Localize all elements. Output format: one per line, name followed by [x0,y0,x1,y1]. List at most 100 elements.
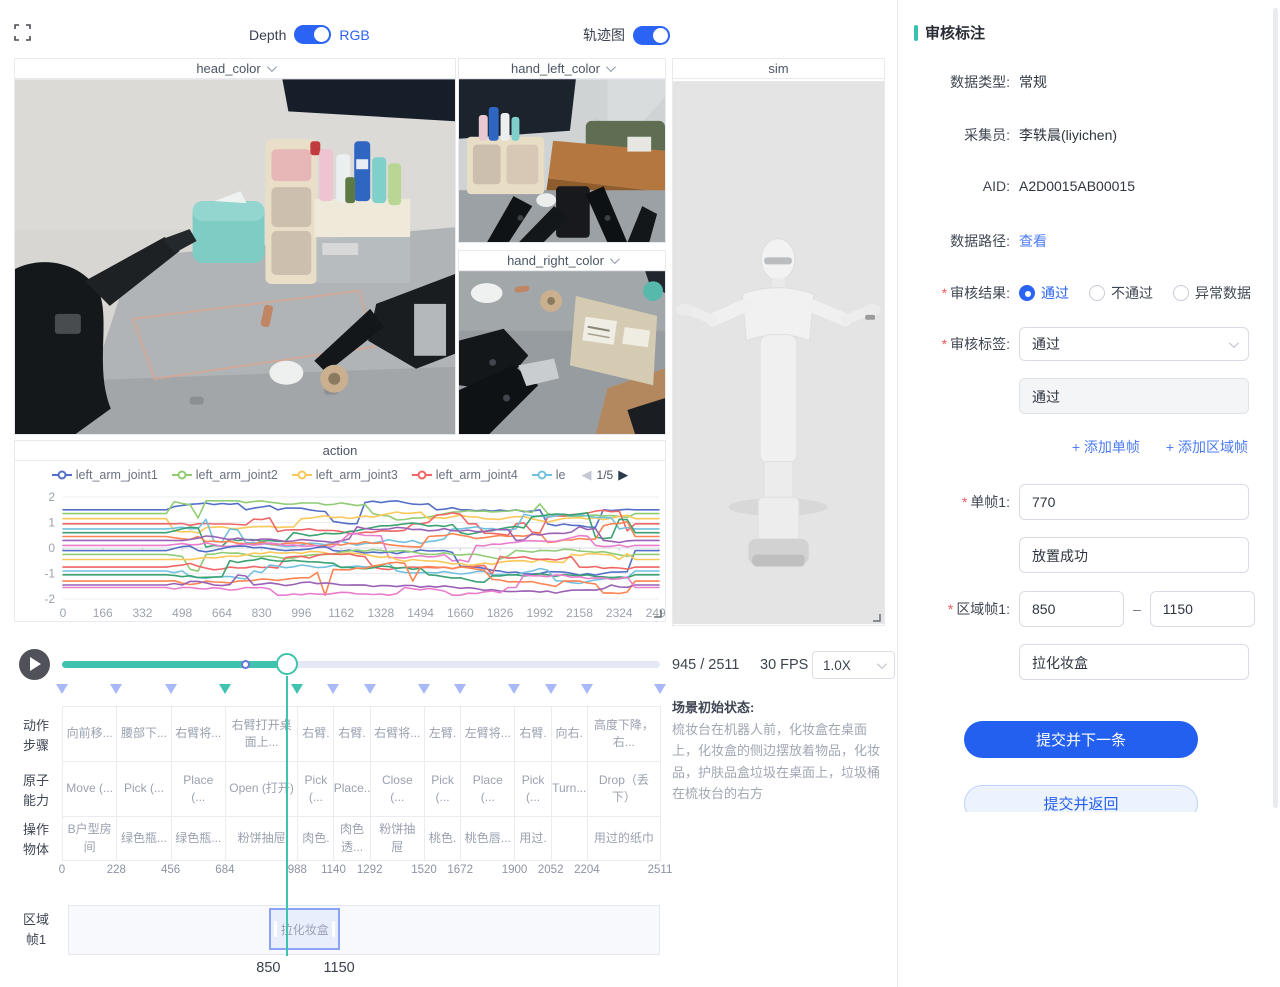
region-frame-note[interactable]: 拉化妆盒 [1019,644,1249,680]
segment-marker-1292[interactable] [364,684,376,694]
range-handle-left[interactable] [274,921,277,937]
segment-marker-1900[interactable] [508,684,520,694]
atomic-ability-cell[interactable]: Drop（丢下） [588,762,661,817]
action-step-cell[interactable]: 左臂将... [461,707,515,762]
review-result-options: 通过 不通过 异常数据 [1019,283,1251,303]
region-frame-track[interactable]: 拉化妆盒 [68,905,660,955]
legend-item-left_arm_joint2[interactable]: left_arm_joint2 [172,468,278,482]
action-step-cell[interactable]: 向右. [552,707,588,762]
object-cell[interactable]: 用过的纸巾 [588,817,661,861]
atomic-ability-cell[interactable]: Pick (... [298,762,334,817]
add-region-frame-link[interactable]: + 添加区域帧 [1166,437,1248,457]
resize-corner-icon[interactable] [871,612,881,622]
action-step-cell[interactable]: 右臂将... [172,707,226,762]
radio-fail[interactable]: 不通过 [1089,283,1153,303]
action-step-cell[interactable]: 腰部下... [117,707,171,762]
review-tag-note[interactable]: 通过 [1019,378,1249,414]
atomic-ability-cell[interactable]: Place (... [172,762,226,817]
object-cell[interactable]: 绿色瓶... [117,817,171,861]
object-cell[interactable]: 肉色透... [334,817,370,861]
legend-item-le[interactable]: le [532,468,566,482]
action-step-cell[interactable]: 右臂将... [371,707,425,762]
single-frame-note[interactable]: 放置成功 [1019,537,1249,573]
atomic-ability-cell[interactable]: Close (... [371,762,425,817]
step-column-10: 右臂.Pick (...用过. [515,707,551,861]
action-step-cell[interactable]: 左臂. [425,707,461,762]
segment-marker-0[interactable] [56,684,68,694]
atomic-ability-cell[interactable]: Pick (... [117,762,171,817]
frame-axis-label: 0 [59,864,65,876]
object-cell[interactable]: B户型房间 [63,817,117,861]
hand-left-camera-selector[interactable]: hand_left_color [459,59,665,79]
legend-item-left_arm_joint1[interactable]: left_arm_joint1 [52,468,158,482]
segment-marker-228[interactable] [110,684,122,694]
legend-prev-icon[interactable]: ◀ [582,467,592,483]
sim-panel: sim [672,58,885,626]
add-single-frame-link[interactable]: + 添加单帧 [1072,437,1140,457]
region-frame-label: *区域帧1: [898,599,1010,619]
review-tag-select[interactable]: 通过 [1019,327,1249,361]
hand-right-camera-selector[interactable]: hand_right_color [459,251,665,271]
object-cell[interactable] [552,817,588,861]
object-cell[interactable]: 绿色瓶... [172,817,226,861]
action-step-cell[interactable]: 向前移... [63,707,117,762]
range-handle-right[interactable] [332,921,335,937]
legend-item-left_arm_joint4[interactable]: left_arm_joint4 [412,468,518,482]
review-result-label: *审核结果: [898,283,1010,303]
object-cell[interactable]: 桃色. [425,817,461,861]
atomic-ability-cell[interactable]: Move (... [63,762,117,817]
atomic-ability-cell[interactable]: Pick (... [515,762,551,817]
radio-abnormal[interactable]: 异常数据 [1173,283,1251,303]
sim-title: sim [768,61,788,76]
segment-marker-1140[interactable] [327,684,339,694]
fullscreen-icon[interactable] [14,24,31,41]
panel-scrollbar[interactable] [1273,8,1278,808]
frame-axis-label: 2511 [648,864,673,876]
single-frame-input[interactable] [1019,484,1249,520]
head-camera-selector[interactable]: head_color [15,59,455,79]
object-cell[interactable]: 肉色. [298,817,334,861]
segment-marker-2511[interactable] [654,684,666,694]
submit-return-button[interactable]: 提交并返回 [964,785,1198,812]
segment-marker-1520[interactable] [418,684,430,694]
action-step-cell[interactable]: 右臂. [515,707,551,762]
segment-marker-2204[interactable] [581,684,593,694]
region-start-input[interactable] [1019,591,1124,627]
legend-page-number: 1/5 [597,468,614,482]
data-path-view-link[interactable]: 查看 [1019,231,1047,251]
sim-viewport[interactable] [673,79,884,625]
object-cell[interactable]: 用过. [515,817,551,861]
atomic-ability-cell[interactable]: Place (... [461,762,515,817]
atomic-ability-cell[interactable]: Turn... [552,762,588,817]
region-frame-range[interactable]: 拉化妆盒 [269,908,340,950]
trajectory-toggle[interactable] [633,26,670,45]
action-step-cell[interactable]: 高度下降，右... [588,707,661,762]
action-step-cell[interactable]: 右臂. [334,707,370,762]
action-step-cell[interactable]: 右臂. [298,707,334,762]
play-button[interactable] [19,649,50,680]
segment-marker-456[interactable] [165,684,177,694]
resize-corner-icon[interactable] [652,608,662,618]
segment-marker-2052[interactable] [545,684,557,694]
radio-pass[interactable]: 通过 [1019,283,1069,303]
atomic-ability-cell[interactable]: Pick (... [425,762,461,817]
atomic-ability-cell[interactable]: Place.. [334,762,370,817]
region-end-input[interactable] [1150,591,1255,627]
depth-rgb-toggle[interactable] [294,25,331,44]
row-label-objects: 操作物体 [18,820,54,859]
frame-axis-label: 1520 [411,864,437,876]
segment-marker-988[interactable] [291,684,303,694]
speed-select[interactable]: 1.0X [812,651,895,679]
single-frame-label: *单帧1: [898,492,1010,512]
object-cell[interactable]: 粉饼抽屉 [371,817,425,861]
frame-axis-label: 2204 [574,864,600,876]
legend-next-icon[interactable]: ▶ [618,467,628,483]
object-cell[interactable]: 桃色唇... [461,817,515,861]
submit-next-button[interactable]: 提交并下一条 [964,721,1198,758]
legend-item-left_arm_joint3[interactable]: left_arm_joint3 [292,468,398,482]
segment-marker-684[interactable] [219,684,231,694]
segment-marker-1672[interactable] [454,684,466,694]
action-line-chart[interactable]: 210-1-2016633249866483099611621328149416… [15,487,665,621]
toggle-knob [314,27,329,42]
timeline-handle[interactable] [276,653,298,675]
